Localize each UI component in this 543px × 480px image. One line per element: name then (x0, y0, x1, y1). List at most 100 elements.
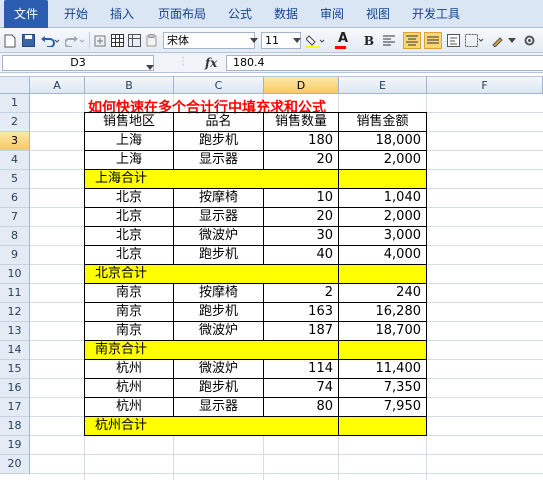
new-file-icon[interactable] (3, 32, 17, 49)
bold-button[interactable]: B (362, 32, 376, 49)
region-cell[interactable]: 南京 (85, 284, 174, 303)
table-header-cell[interactable]: 品名 (174, 113, 264, 132)
redo-icon[interactable] (64, 32, 86, 49)
column-header-c[interactable]: C (174, 77, 264, 94)
row-header-4[interactable]: 4 (0, 151, 30, 170)
borders-icon[interactable] (464, 32, 486, 49)
copy-format-icon[interactable] (93, 32, 107, 49)
amount-cell[interactable]: 3,000 (339, 227, 427, 246)
font-color-button[interactable]: A (332, 31, 354, 49)
row-header-7[interactable]: 7 (0, 208, 30, 227)
quantity-cell[interactable]: 180 (264, 132, 339, 151)
row-header-18[interactable]: 18 (0, 417, 30, 436)
subtotal-amount-cell[interactable] (339, 265, 427, 284)
format-painter-icon[interactable] (490, 32, 504, 49)
subtotal-amount-cell[interactable] (339, 417, 427, 436)
column-header-e[interactable]: E (339, 77, 427, 94)
product-cell[interactable]: 微波炉 (174, 360, 264, 379)
region-cell[interactable]: 南京 (85, 303, 174, 322)
align-center-icon[interactable] (403, 32, 421, 49)
row-header-14[interactable]: 14 (0, 341, 30, 360)
row-header-5[interactable]: 5 (0, 170, 30, 189)
quantity-cell[interactable]: 20 (264, 208, 339, 227)
tab-developer[interactable]: 开发工具 (406, 0, 466, 28)
freeze-panes-icon[interactable] (127, 32, 141, 49)
region-cell[interactable]: 杭州 (85, 379, 174, 398)
product-cell[interactable]: 按摩椅 (174, 284, 264, 303)
tab-formulas[interactable]: 公式 (222, 0, 258, 28)
column-header-b[interactable]: B (85, 77, 174, 94)
region-cell[interactable]: 北京 (85, 208, 174, 227)
product-cell[interactable]: 跑步机 (174, 379, 264, 398)
chevron-down-icon[interactable] (146, 59, 154, 73)
row-header-8[interactable]: 8 (0, 227, 30, 246)
quantity-cell[interactable]: 114 (264, 360, 339, 379)
quantity-cell[interactable]: 74 (264, 379, 339, 398)
amount-cell[interactable]: 240 (339, 284, 427, 303)
region-cell[interactable]: 杭州 (85, 398, 174, 417)
row-header-9[interactable]: 9 (0, 246, 30, 265)
region-cell[interactable]: 上海 (85, 132, 174, 151)
product-cell[interactable]: 微波炉 (174, 227, 264, 246)
table-header-cell[interactable]: 销售数量 (264, 113, 339, 132)
clipboard-icon[interactable] (144, 32, 158, 49)
subtotal-amount-cell[interactable] (339, 170, 427, 189)
subtotal-label-cell[interactable]: 南京合计 (85, 341, 339, 360)
chevron-down-icon[interactable] (249, 32, 259, 49)
subtotal-label-cell[interactable]: 北京合计 (85, 265, 339, 284)
tab-page-layout[interactable]: 页面布局 (152, 0, 212, 28)
region-cell[interactable]: 上海 (85, 151, 174, 170)
row-header-17[interactable]: 17 (0, 398, 30, 417)
quantity-cell[interactable]: 30 (264, 227, 339, 246)
chevron-down-icon[interactable] (292, 32, 302, 49)
table-header-cell[interactable]: 销售地区 (85, 113, 174, 132)
fill-color-icon[interactable] (305, 32, 327, 49)
formula-input[interactable]: 180.4 (226, 55, 543, 71)
amount-cell[interactable]: 2,000 (339, 208, 427, 227)
product-cell[interactable]: 按摩椅 (174, 189, 264, 208)
amount-cell[interactable]: 1,040 (339, 189, 427, 208)
row-header-2[interactable]: 2 (0, 113, 30, 132)
quantity-cell[interactable]: 80 (264, 398, 339, 417)
row-header-20[interactable]: 20 (0, 455, 30, 474)
merge-center-icon[interactable] (424, 32, 442, 49)
product-cell[interactable]: 微波炉 (174, 322, 264, 341)
column-header-d[interactable]: D (264, 77, 339, 94)
row-header-19[interactable]: 19 (0, 436, 30, 455)
quantity-cell[interactable]: 187 (264, 322, 339, 341)
row-header-1[interactable]: 1 (0, 94, 30, 113)
amount-cell[interactable]: 16,280 (339, 303, 427, 322)
amount-cell[interactable]: 7,350 (339, 379, 427, 398)
subtotal-amount-cell[interactable] (339, 341, 427, 360)
product-cell[interactable]: 显示器 (174, 151, 264, 170)
subtotal-label-cell[interactable]: 杭州合计 (85, 417, 339, 436)
column-header-a[interactable]: A (30, 77, 85, 94)
quantity-cell[interactable]: 10 (264, 189, 339, 208)
wrap-text-icon[interactable] (446, 32, 460, 49)
column-header-f[interactable]: F (427, 77, 543, 94)
region-cell[interactable]: 杭州 (85, 360, 174, 379)
table-grid-icon[interactable] (110, 32, 124, 49)
amount-cell[interactable]: 18,000 (339, 132, 427, 151)
region-cell[interactable]: 北京 (85, 246, 174, 265)
row-header-3[interactable]: 3 (0, 132, 30, 151)
tab-file[interactable]: 文件 (4, 0, 48, 28)
region-cell[interactable]: 南京 (85, 322, 174, 341)
insert-function-button[interactable]: fx (205, 54, 221, 72)
amount-cell[interactable]: 2,000 (339, 151, 427, 170)
quantity-cell[interactable]: 40 (264, 246, 339, 265)
amount-cell[interactable]: 11,400 (339, 360, 427, 379)
tab-home[interactable]: 开始 (58, 0, 94, 28)
tab-review[interactable]: 审阅 (314, 0, 350, 28)
row-header-6[interactable]: 6 (0, 189, 30, 208)
tab-view[interactable]: 视图 (360, 0, 396, 28)
table-header-cell[interactable]: 销售金额 (339, 113, 427, 132)
chevron-down-icon[interactable] (506, 32, 518, 49)
product-cell[interactable]: 显示器 (174, 398, 264, 417)
product-cell[interactable]: 跑步机 (174, 246, 264, 265)
quantity-cell[interactable]: 2 (264, 284, 339, 303)
row-header-15[interactable]: 15 (0, 360, 30, 379)
undo-icon[interactable] (39, 32, 61, 49)
tab-insert[interactable]: 插入 (104, 0, 140, 28)
select-all-corner[interactable] (0, 77, 30, 94)
